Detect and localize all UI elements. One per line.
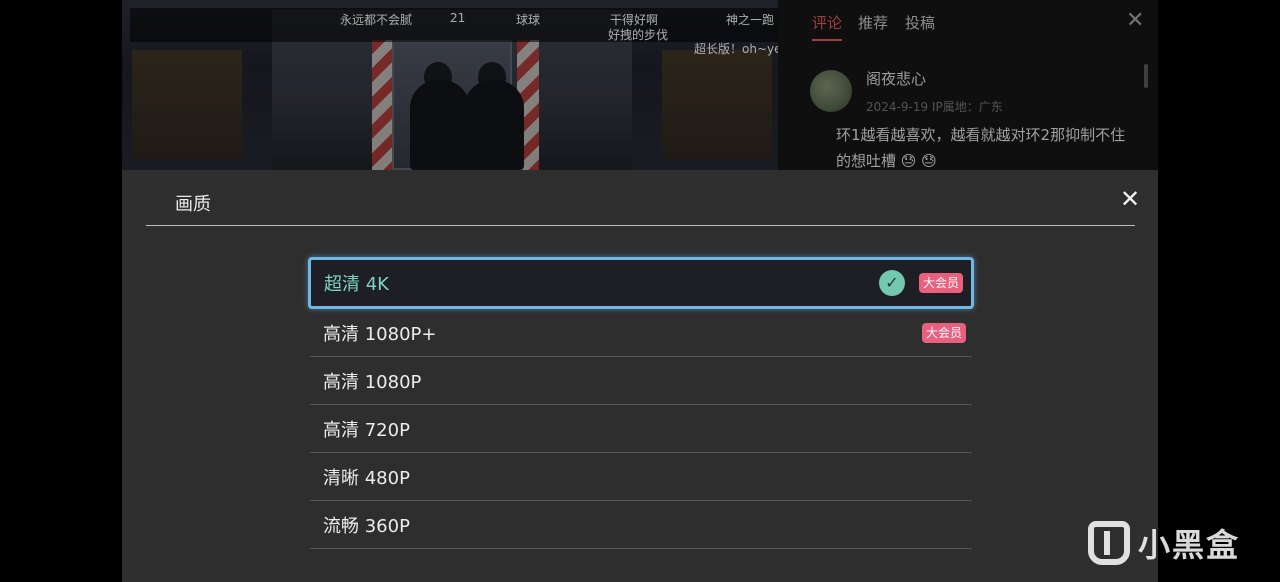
divider: [146, 225, 1135, 226]
letterbox-bar: [1158, 0, 1280, 582]
watermark-text: 小黑盒: [1138, 526, 1241, 564]
quality-option-label: 高清 1080P+: [323, 323, 437, 345]
quality-option-1080p[interactable]: 高清 1080P: [310, 357, 972, 405]
quality-option-1080p-plus[interactable]: 高清 1080P+ 大会员: [310, 309, 972, 357]
quality-option-360p[interactable]: 流畅 360P: [310, 501, 972, 549]
vip-badge: 大会员: [921, 322, 966, 343]
quality-option-label: 流畅 360P: [323, 515, 410, 537]
check-icon: ✓: [879, 270, 905, 296]
quality-option-label: 高清 1080P: [323, 371, 422, 393]
dim-overlay: [122, 0, 1158, 170]
quality-option-label: 清晰 480P: [323, 467, 410, 489]
quality-option-720p[interactable]: 高清 720P: [310, 405, 972, 453]
vip-badge: 大会员: [918, 273, 963, 293]
close-icon[interactable]: ✕: [1119, 187, 1141, 211]
quality-option-label: 高清 720P: [323, 419, 410, 441]
quality-option-480p[interactable]: 清晰 480P: [310, 453, 972, 501]
quality-option-4k[interactable]: 超清 4K ✓ 大会员: [308, 257, 974, 309]
heybox-logo-icon: [1088, 521, 1130, 565]
quality-options: 超清 4K ✓ 大会员 高清 1080P+ 大会员 高清 1080P 高清 72…: [308, 257, 974, 549]
quality-sheet: 画质 ✕ 超清 4K ✓ 大会员 高清 1080P+ 大会员 高清 1080P …: [122, 170, 1158, 582]
quality-option-label: 超清 4K: [324, 274, 389, 295]
sheet-title: 画质: [175, 194, 211, 215]
watermark: 小黑盒: [1088, 520, 1240, 566]
